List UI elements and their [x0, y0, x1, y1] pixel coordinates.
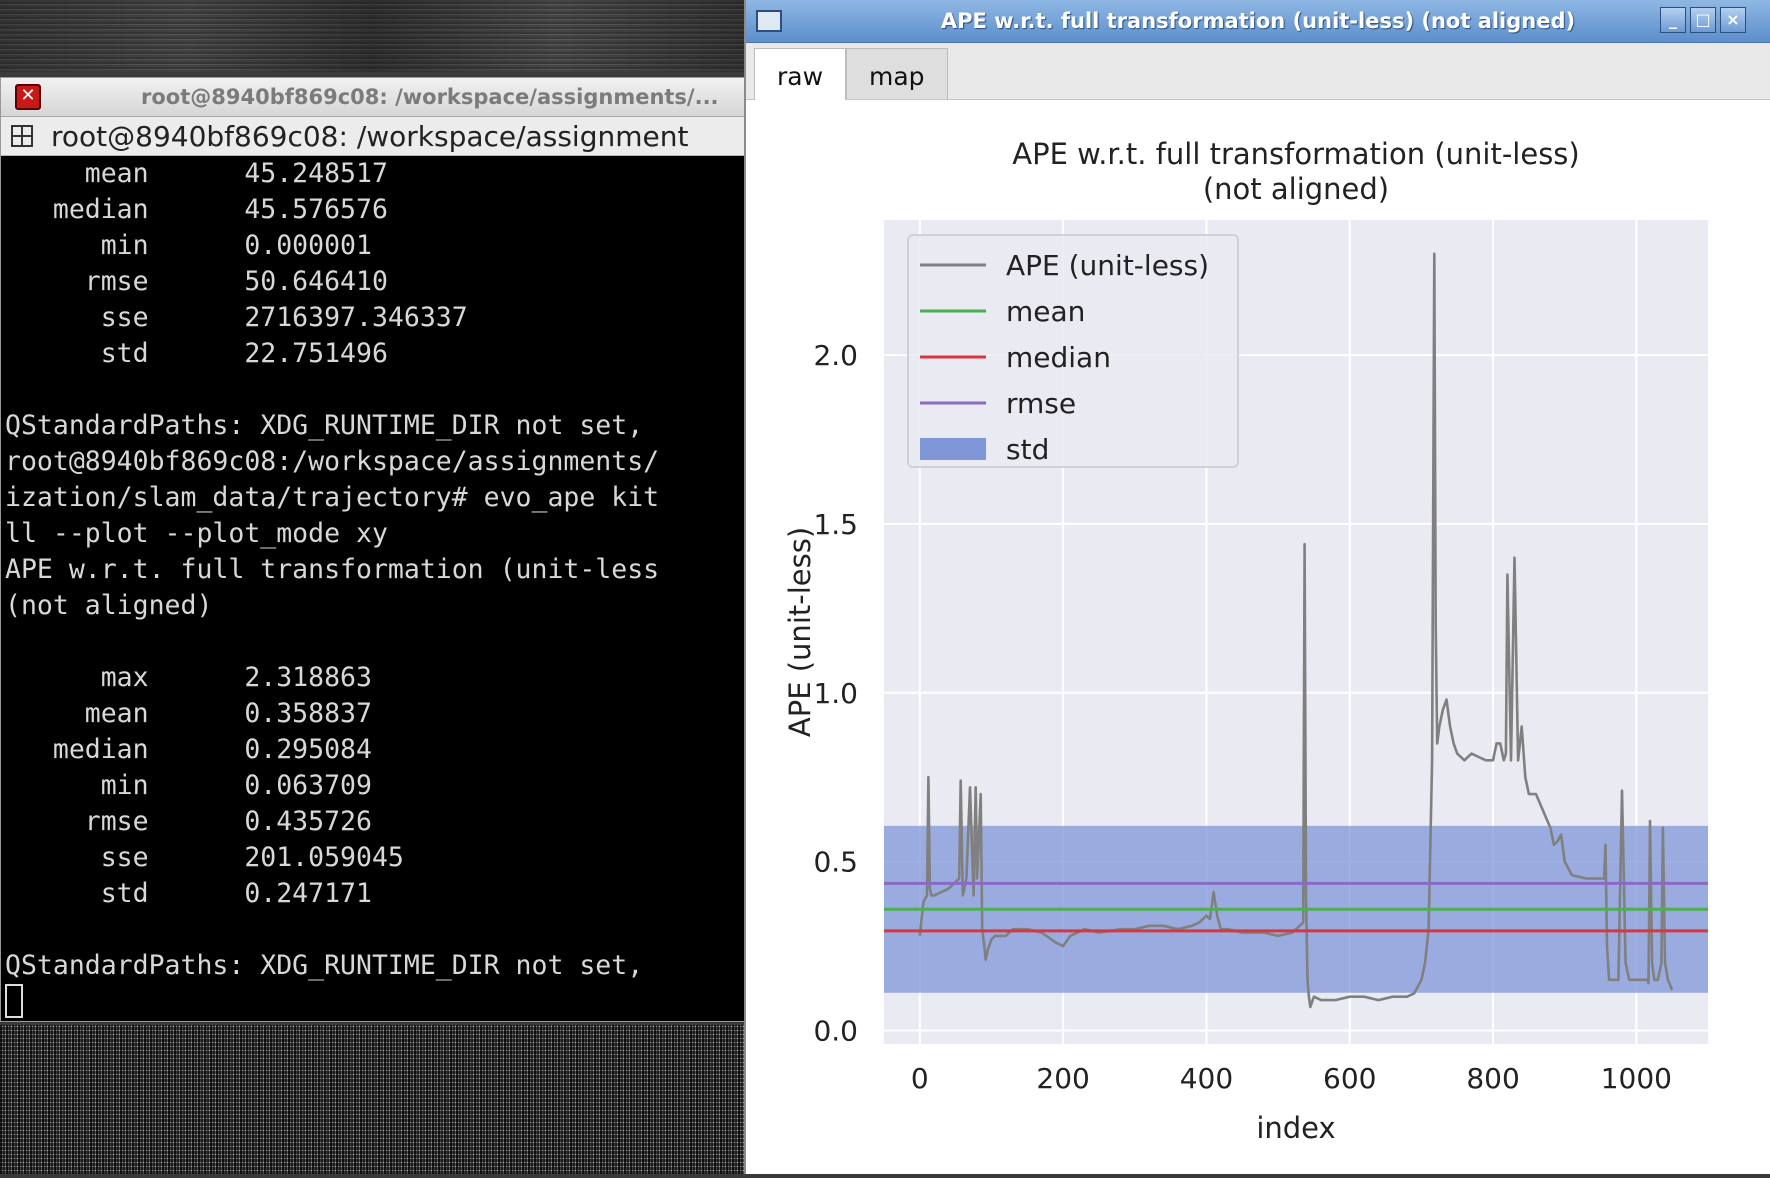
y-tick-label: 1.0 — [813, 677, 858, 710]
close-icon[interactable]: ✕ — [15, 84, 41, 110]
ape-chart: 0 200 400 600 800 1000 0.0 0.5 1.0 1.5 2.0 APE w.r.… — [783, 137, 1708, 1145]
terminal-line: rmse 0.435726 — [5, 806, 372, 837]
y-tick-label: 2.0 — [813, 339, 858, 372]
legend-label: rmse — [1006, 387, 1076, 420]
terminal-line: std 22.751496 — [5, 338, 388, 369]
terminal-window-title: root@8940bf869c08: /workspace/assignment… — [141, 85, 719, 109]
close-icon[interactable]: × — [1720, 7, 1746, 33]
legend-label: std — [1006, 433, 1049, 466]
terminal-line: min 0.063709 — [5, 770, 372, 801]
desktop-background-bottom — [0, 1025, 745, 1174]
terminal-line: rmse 50.646410 — [5, 266, 388, 297]
window-menu-icon[interactable] — [756, 10, 782, 32]
plot-window[interactable]: APE w.r.t. full transformation (unit-les… — [744, 0, 1770, 1174]
terminal-line: sse 201.059045 — [5, 842, 404, 873]
maximize-icon[interactable]: □ — [1690, 7, 1716, 33]
x-tick-label: 400 — [1180, 1062, 1233, 1095]
terminal-line: sse 2716397.346337 — [5, 302, 468, 333]
plot-titlebar[interactable]: APE w.r.t. full transformation (unit-les… — [746, 0, 1770, 43]
legend-swatch — [920, 438, 986, 460]
terminal-titlebar[interactable]: ✕ root@8940bf869c08: /workspace/assignme… — [1, 78, 744, 117]
minimize-icon[interactable]: _ — [1660, 7, 1686, 33]
tab-raw[interactable]: raw — [754, 48, 847, 100]
split-icon[interactable] — [11, 125, 33, 147]
x-axis-label: index — [1256, 1111, 1335, 1145]
terminal-window[interactable]: ✕ root@8940bf869c08: /workspace/assignme… — [0, 77, 745, 1022]
x-tick-label: 200 — [1036, 1062, 1089, 1095]
terminal-output[interactable]: mean 45.248517 median 45.576576 min 0.00… — [1, 156, 744, 1020]
terminal-line: (not aligned) — [5, 590, 213, 621]
plot-canvas: 0 200 400 600 800 1000 0.0 0.5 1.0 1.5 2.0 APE w.r.… — [748, 100, 1770, 1174]
x-tick-label: 800 — [1466, 1062, 1519, 1095]
terminal-line: max 2.318863 — [5, 662, 372, 693]
y-tick-label: 1.5 — [813, 508, 858, 541]
x-tick-label: 600 — [1323, 1062, 1376, 1095]
terminal-line: std 0.247171 — [5, 878, 372, 909]
terminal-line: QStandardPaths: XDG_RUNTIME_DIR not set, — [5, 950, 644, 981]
plot-window-title: APE w.r.t. full transformation (unit-les… — [940, 9, 1576, 33]
terminal-tab-label[interactable]: root@8940bf869c08: /workspace/assignment — [51, 120, 688, 153]
legend-label: mean — [1006, 295, 1085, 328]
terminal-line: QStandardPaths: XDG_RUNTIME_DIR not set, — [5, 410, 644, 441]
chart-title: APE w.r.t. full transformation (unit-les… — [1012, 137, 1579, 171]
terminal-line: ization/slam_data/trajectory# evo_ape ki… — [5, 482, 660, 513]
desktop-background-top — [0, 0, 745, 72]
terminal-line: ll --plot --plot_mode xy — [5, 518, 388, 549]
terminal-line: min 0.000001 — [5, 230, 372, 261]
tab-map[interactable]: map — [846, 48, 948, 99]
terminal-tabbar: root@8940bf869c08: /workspace/assignment — [1, 117, 744, 156]
chart-subtitle: (not aligned) — [1203, 172, 1389, 206]
terminal-line: APE w.r.t. full transformation (unit-les… — [5, 554, 660, 585]
terminal-cursor — [5, 984, 23, 1018]
y-tick-label: 0.0 — [813, 1014, 858, 1047]
terminal-line: mean 45.248517 — [5, 158, 388, 189]
y-axis-label: APE (unit-less) — [783, 527, 817, 737]
x-tick-label: 1000 — [1601, 1062, 1672, 1095]
y-tick-label: 0.5 — [813, 846, 858, 879]
terminal-line: median 0.295084 — [5, 734, 372, 765]
plot-tabbar: raw map — [746, 43, 1770, 100]
terminal-line: median 45.576576 — [5, 194, 388, 225]
legend-label: APE (unit-less) — [1006, 249, 1209, 282]
legend-label: median — [1006, 341, 1111, 374]
x-tick-label: 0 — [911, 1062, 929, 1095]
terminal-line: mean 0.358837 — [5, 698, 372, 729]
terminal-line: root@8940bf869c08:/workspace/assignments… — [5, 446, 660, 477]
